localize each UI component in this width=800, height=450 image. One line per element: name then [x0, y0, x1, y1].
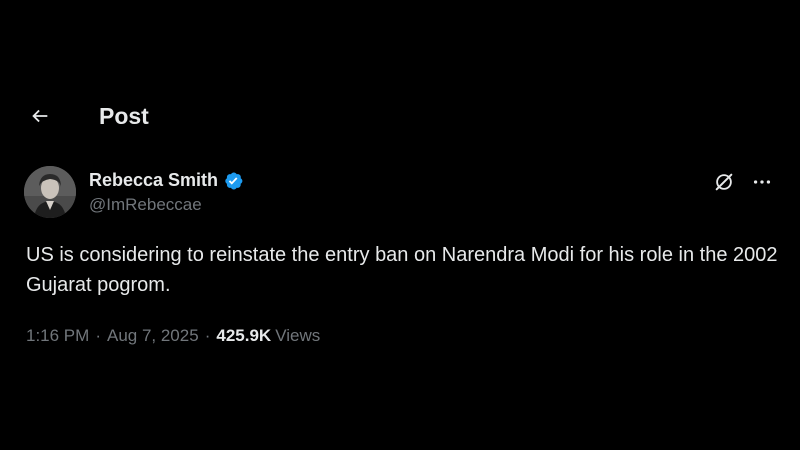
verified-badge-icon[interactable] [222, 170, 244, 192]
post-actions [710, 168, 776, 196]
post-text: US is considering to reinstate the entry… [26, 244, 778, 296]
grok-icon [715, 173, 733, 191]
views-label: Views [275, 326, 321, 345]
back-button[interactable] [24, 100, 56, 132]
post-meta: 1:16 PM · Aug 7, 2025 · 425.9K Views [26, 326, 320, 346]
meta-separator: · [204, 326, 211, 345]
author-handle[interactable]: @ImRebeccae [89, 195, 244, 215]
author-names: Rebecca Smith @ImRebeccae [89, 170, 244, 215]
post-page: Post Rebecca Smith @ImRebeccae US is con… [0, 0, 800, 450]
post-date[interactable]: Aug 7, 2025 [107, 326, 199, 346]
post-time[interactable]: 1:16 PM [26, 326, 89, 346]
post-author: Rebecca Smith @ImRebeccae [24, 166, 244, 218]
avatar[interactable] [24, 166, 76, 218]
arrow-left-icon [32, 109, 48, 123]
meta-separator: · [95, 326, 101, 345]
views-count: 425.9K [216, 326, 272, 345]
name-row: Rebecca Smith [89, 170, 244, 192]
avatar-photo [24, 166, 76, 218]
author-display-name[interactable]: Rebecca Smith [89, 170, 218, 191]
more-horizontal-icon [753, 180, 771, 184]
grok-button[interactable] [710, 168, 738, 196]
page-header: Post [24, 98, 149, 134]
page-title: Post [99, 102, 149, 129]
more-button[interactable] [748, 168, 776, 196]
